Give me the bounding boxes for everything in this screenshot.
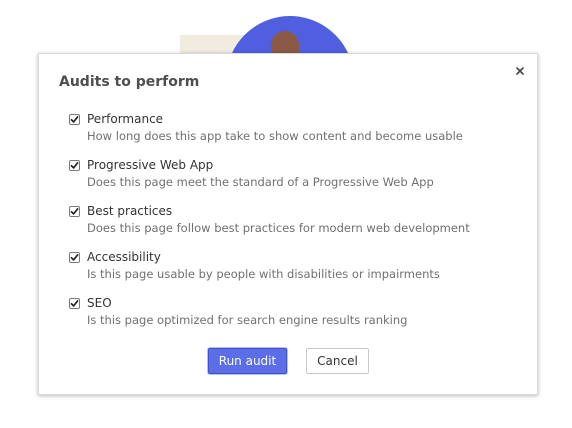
audits-dialog: Audits to perform Performance How long d… bbox=[38, 53, 538, 395]
seo-checkbox[interactable] bbox=[69, 298, 80, 309]
audit-item-pwa: Progressive Web App Does this page meet … bbox=[69, 158, 509, 205]
lighthouse-panel: Audits to perform Performance How long d… bbox=[0, 0, 572, 428]
audit-name: SEO bbox=[87, 296, 112, 310]
dialog-title: Audits to perform bbox=[59, 74, 200, 90]
cancel-button[interactable]: Cancel bbox=[306, 348, 369, 374]
audit-name: Best practices bbox=[87, 204, 173, 218]
best-practices-checkbox[interactable] bbox=[69, 206, 80, 217]
checkmark-icon bbox=[70, 116, 79, 123]
audit-description: Does this page meet the standard of a Pr… bbox=[87, 175, 434, 189]
audit-name: Progressive Web App bbox=[87, 158, 214, 172]
audit-description: Is this page usable by people with disab… bbox=[87, 267, 440, 281]
checkmark-icon bbox=[70, 300, 79, 307]
lighthouse-illustration bbox=[180, 16, 348, 53]
performance-checkbox[interactable] bbox=[69, 114, 80, 125]
audit-list: Performance How long does this app take … bbox=[69, 112, 509, 343]
audit-item-best-practices: Best practices Does this page follow bes… bbox=[69, 204, 509, 251]
audit-name: Performance bbox=[87, 112, 164, 126]
audit-item-seo: SEO Is this page optimized for search en… bbox=[69, 296, 509, 343]
close-button[interactable] bbox=[512, 63, 528, 79]
run-audit-button[interactable]: Run audit bbox=[208, 348, 287, 374]
audit-item-performance: Performance How long does this app take … bbox=[69, 112, 509, 159]
checkmark-icon bbox=[70, 162, 79, 169]
audit-item-accessibility: Accessibility Is this page usable by peo… bbox=[69, 250, 509, 297]
close-icon bbox=[516, 67, 524, 75]
pwa-checkbox[interactable] bbox=[69, 160, 80, 171]
audit-description: How long does this app take to show cont… bbox=[87, 129, 463, 143]
checkmark-icon bbox=[70, 208, 79, 215]
audit-name: Accessibility bbox=[87, 250, 161, 264]
audit-description: Does this page follow best practices for… bbox=[87, 221, 470, 235]
checkmark-icon bbox=[70, 254, 79, 261]
accessibility-checkbox[interactable] bbox=[69, 252, 80, 263]
audit-description: Is this page optimized for search engine… bbox=[87, 313, 408, 327]
